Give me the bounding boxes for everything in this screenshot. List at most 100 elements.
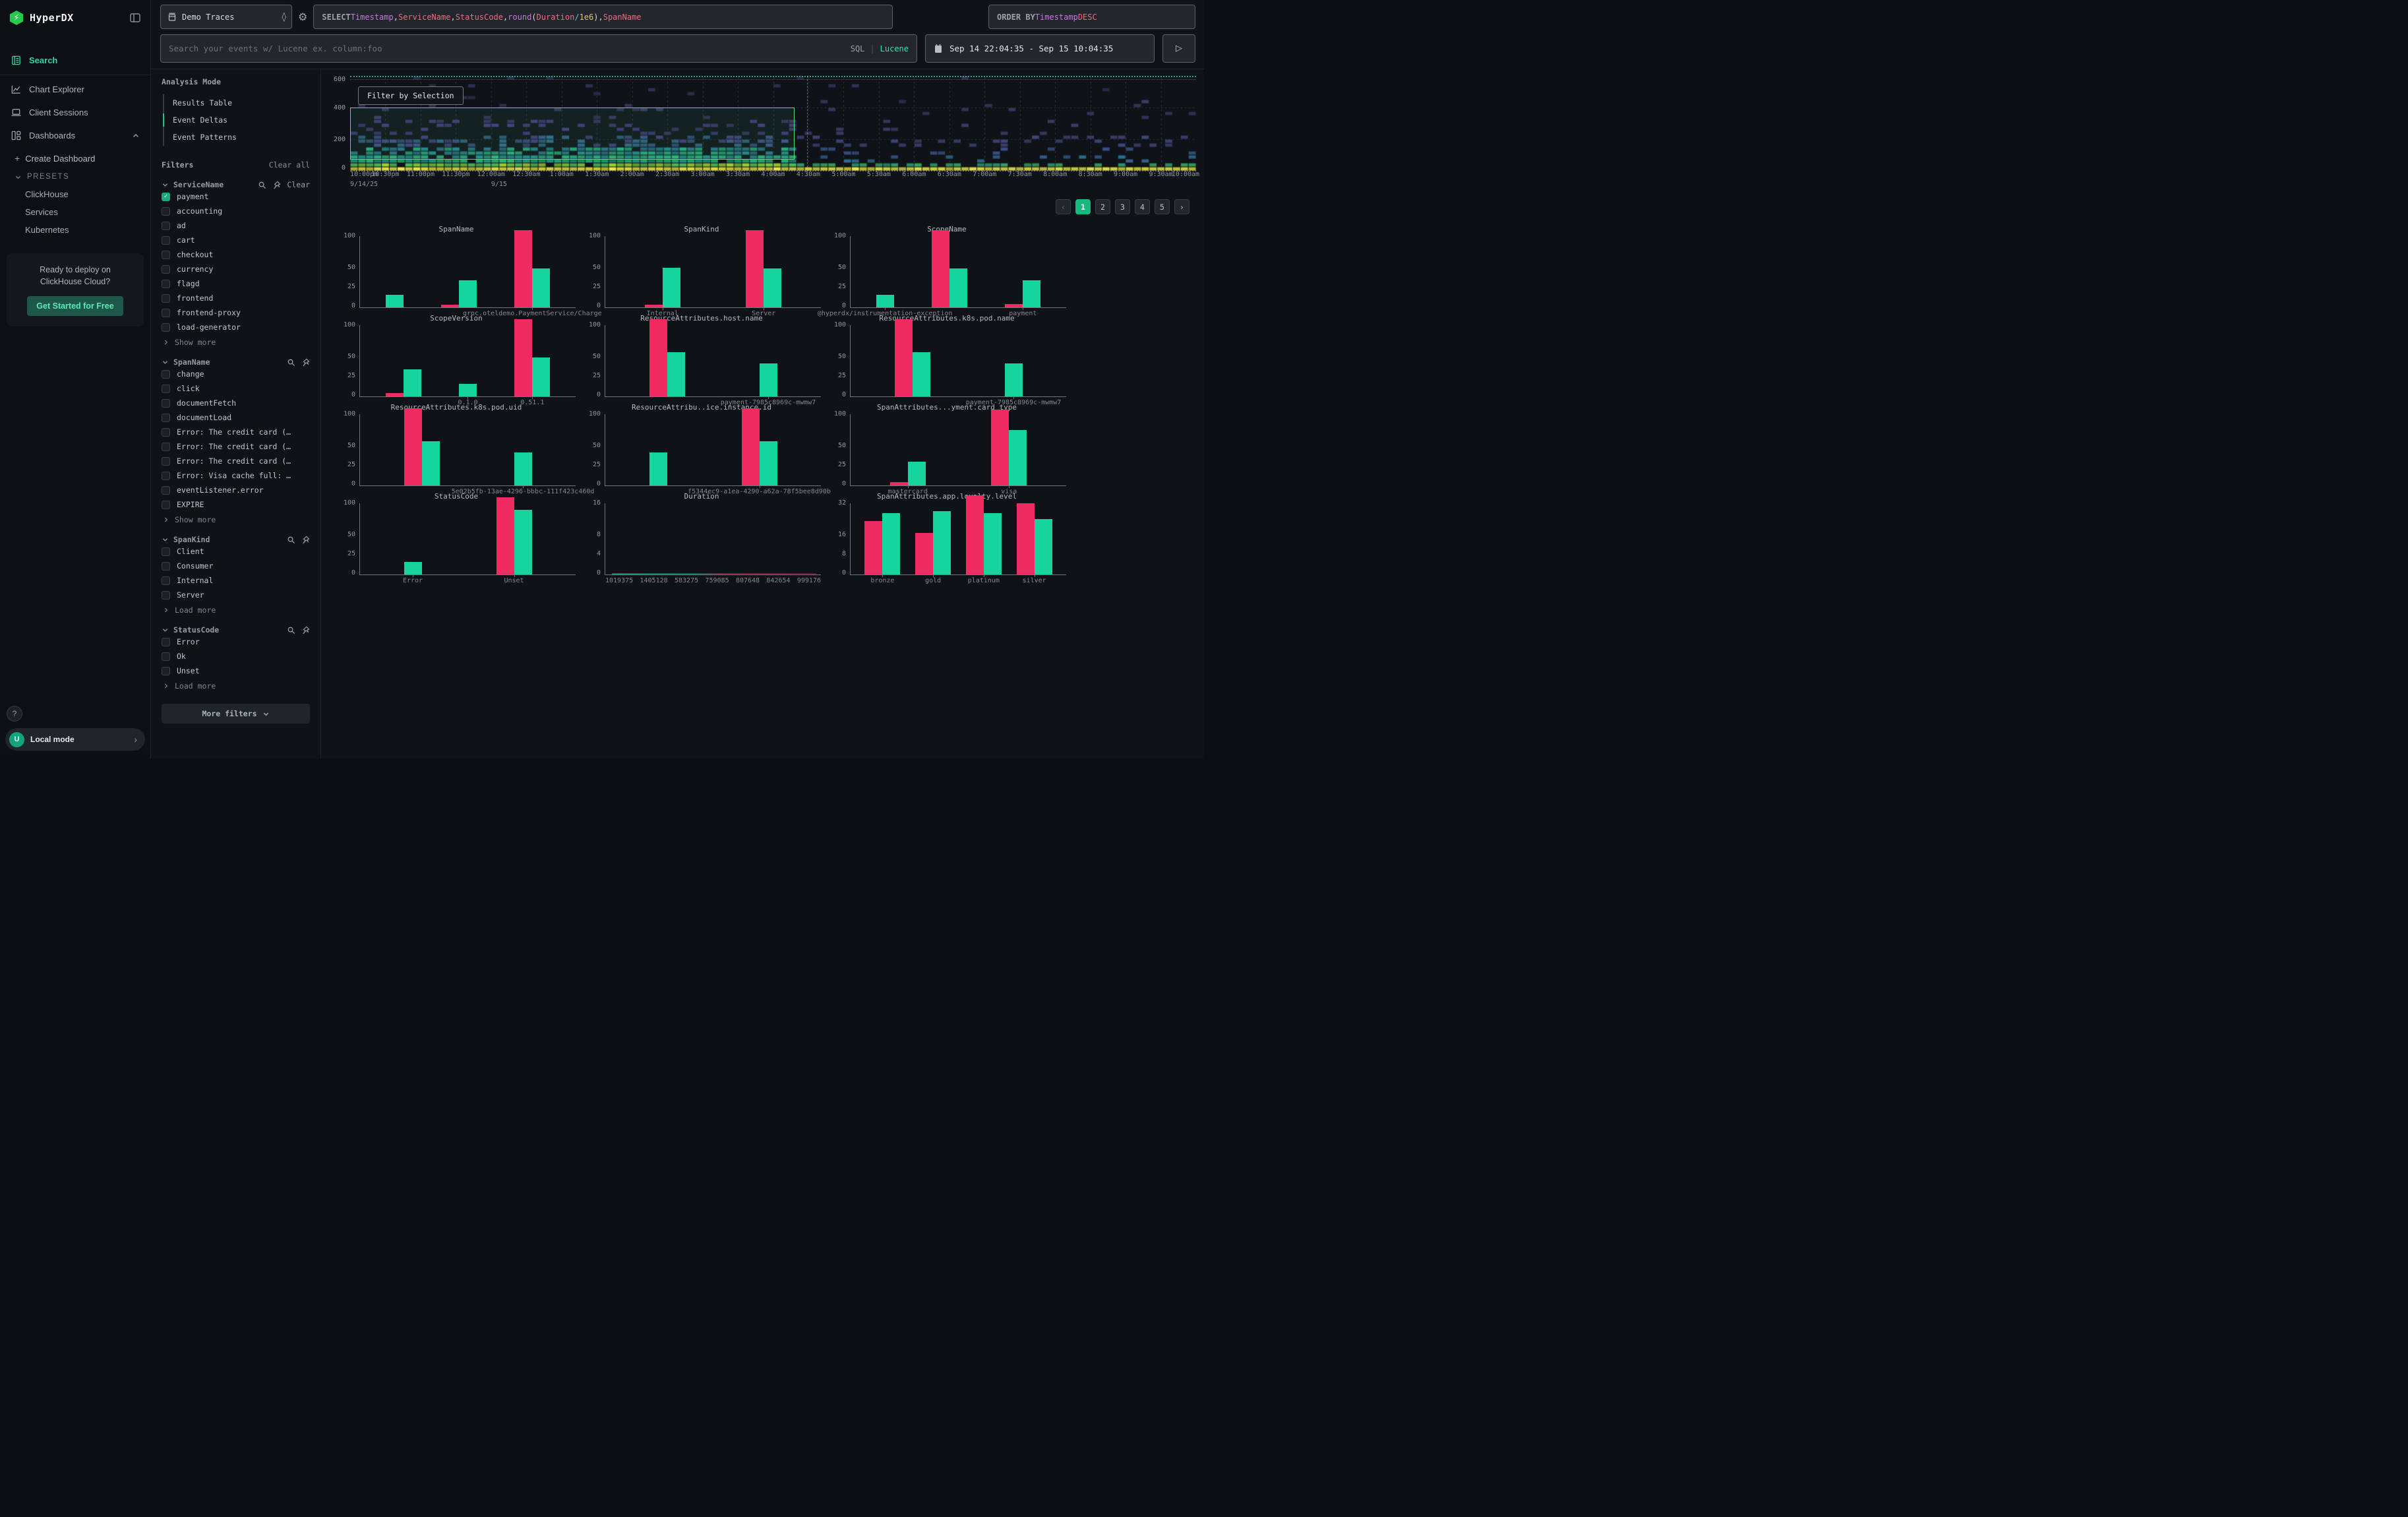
- search-icon[interactable]: [258, 181, 266, 189]
- checkbox[interactable]: [162, 501, 170, 509]
- sidebar-item-search[interactable]: Search: [0, 49, 150, 72]
- sidebar-item-chart-explorer[interactable]: Chart Explorer: [0, 78, 150, 101]
- checkbox[interactable]: [162, 667, 170, 675]
- search-icon[interactable]: [287, 626, 295, 635]
- run-query-button[interactable]: ▷: [1162, 34, 1195, 63]
- analysis-mode-event-patterns[interactable]: Event Patterns: [164, 129, 310, 146]
- checkbox[interactable]: [162, 652, 170, 661]
- filter-option-accounting[interactable]: accounting: [162, 204, 310, 218]
- analysis-mode-event-deltas[interactable]: Event Deltas: [164, 111, 310, 129]
- load-more-button[interactable]: Load more: [162, 678, 310, 691]
- checkbox[interactable]: [162, 576, 170, 585]
- filter-option-ok[interactable]: Ok: [162, 649, 310, 664]
- filter-option-error-the-credit-card[interactable]: Error: The credit card (…: [162, 454, 310, 468]
- checkbox[interactable]: [162, 443, 170, 451]
- checkbox[interactable]: [162, 251, 170, 259]
- checkbox[interactable]: [162, 280, 170, 288]
- checkbox[interactable]: [162, 399, 170, 408]
- pin-icon[interactable]: [272, 181, 281, 189]
- sidebar-item-kubernetes[interactable]: Kubernetes: [0, 221, 150, 239]
- source-select[interactable]: Demo Traces ⋀⋁: [160, 5, 292, 29]
- filter-option-error-the-credit-card[interactable]: Error: The credit card (…: [162, 425, 310, 439]
- show-more-button[interactable]: Show more: [162, 512, 310, 524]
- pagination-prev-button[interactable]: ‹: [1056, 199, 1071, 214]
- filter-option-currency[interactable]: currency: [162, 262, 310, 276]
- order-by-editor[interactable]: ORDER BY Timestamp DESC: [988, 5, 1195, 29]
- filter-group-header-spankind[interactable]: SpanKind: [162, 535, 310, 544]
- checkbox[interactable]: [162, 562, 170, 571]
- filter-group-header-statuscode[interactable]: StatusCode: [162, 625, 310, 635]
- filter-option-change[interactable]: change: [162, 367, 310, 381]
- checkbox[interactable]: [162, 486, 170, 495]
- filter-option-documentload[interactable]: documentLoad: [162, 410, 310, 425]
- pin-icon[interactable]: [301, 536, 310, 544]
- filter-option-frontend-proxy[interactable]: frontend-proxy: [162, 305, 310, 320]
- local-mode-pill[interactable]: U Local mode ›: [5, 728, 145, 751]
- checkbox[interactable]: [162, 222, 170, 230]
- filter-option-error-the-credit-card[interactable]: Error: The credit card (…: [162, 439, 310, 454]
- load-more-button[interactable]: Load more: [162, 602, 310, 615]
- filter-option-checkout[interactable]: checkout: [162, 247, 310, 262]
- filter-option-ad[interactable]: ad: [162, 218, 310, 233]
- create-dashboard-button[interactable]: + Create Dashboard: [0, 148, 150, 168]
- filter-option-documentfetch[interactable]: documentFetch: [162, 396, 310, 410]
- clear-group-button[interactable]: Clear: [287, 180, 310, 189]
- pagination-page-1[interactable]: 1: [1075, 199, 1091, 214]
- filter-option-click[interactable]: click: [162, 381, 310, 396]
- heatmap-selection-box[interactable]: [350, 108, 795, 160]
- settings-gear-icon[interactable]: ⚙: [298, 5, 307, 29]
- help-button[interactable]: ?: [7, 706, 22, 722]
- checkbox[interactable]: [162, 472, 170, 480]
- sidebar-item-dashboards[interactable]: Dashboards: [0, 124, 150, 147]
- filter-option-flagd[interactable]: flagd: [162, 276, 310, 291]
- get-started-button[interactable]: Get Started for Free: [27, 296, 123, 316]
- checkbox[interactable]: [162, 323, 170, 332]
- sql-toggle[interactable]: SQL: [851, 44, 865, 53]
- checkbox[interactable]: [162, 638, 170, 646]
- checkbox[interactable]: [162, 414, 170, 422]
- filter-option-consumer[interactable]: Consumer: [162, 559, 310, 573]
- checkbox[interactable]: [162, 265, 170, 274]
- checkbox[interactable]: [162, 457, 170, 466]
- filter-option-error-visa-cache-full[interactable]: Error: Visa cache full: …: [162, 468, 310, 483]
- filter-option-unset[interactable]: Unset: [162, 664, 310, 678]
- filter-option-error[interactable]: Error: [162, 635, 310, 649]
- filter-option-frontend[interactable]: frontend: [162, 291, 310, 305]
- checkbox-checked[interactable]: ✓: [162, 193, 170, 201]
- sidebar-item-clickhouse[interactable]: ClickHouse: [0, 185, 150, 203]
- sidebar-item-client-sessions[interactable]: Client Sessions: [0, 101, 150, 124]
- filter-option-load-generator[interactable]: load-generator: [162, 320, 310, 334]
- filter-option-cart[interactable]: cart: [162, 233, 310, 247]
- pagination-page-3[interactable]: 3: [1115, 199, 1130, 214]
- heatmap-plot[interactable]: Filter by Selection: [350, 76, 1196, 171]
- filter-option-expire[interactable]: EXPIRE: [162, 497, 310, 512]
- filter-option-eventlistener-error[interactable]: eventListener.error: [162, 483, 310, 497]
- checkbox[interactable]: [162, 591, 170, 600]
- sidebar-item-services[interactable]: Services: [0, 203, 150, 221]
- filter-group-header-spanname[interactable]: SpanName: [162, 357, 310, 367]
- checkbox[interactable]: [162, 547, 170, 556]
- pagination-next-button[interactable]: ›: [1174, 199, 1189, 214]
- analysis-mode-results-table[interactable]: Results Table: [164, 94, 310, 111]
- filter-option-internal[interactable]: Internal: [162, 573, 310, 588]
- filter-group-header-servicename[interactable]: ServiceNameClear: [162, 180, 310, 189]
- filter-option-client[interactable]: Client: [162, 544, 310, 559]
- checkbox[interactable]: [162, 370, 170, 379]
- checkbox[interactable]: [162, 207, 170, 216]
- filter-option-server[interactable]: Server: [162, 588, 310, 602]
- search-input[interactable]: [169, 44, 818, 53]
- date-range-picker[interactable]: Sep 14 22:04:35 - Sep 15 10:04:35: [925, 34, 1155, 63]
- search-icon[interactable]: [287, 536, 295, 544]
- sidebar-collapse-icon[interactable]: [129, 12, 141, 24]
- filter-by-selection-button[interactable]: Filter by Selection: [358, 86, 464, 105]
- search-icon[interactable]: [287, 358, 295, 367]
- pagination-page-4[interactable]: 4: [1135, 199, 1150, 214]
- checkbox[interactable]: [162, 428, 170, 437]
- lucene-toggle[interactable]: Lucene: [880, 44, 909, 53]
- pagination-page-2[interactable]: 2: [1095, 199, 1110, 214]
- checkbox[interactable]: [162, 236, 170, 245]
- show-more-button[interactable]: Show more: [162, 334, 310, 347]
- pin-icon[interactable]: [301, 626, 310, 635]
- sql-select-editor[interactable]: SELECT Timestamp, ServiceName, StatusCod…: [313, 5, 893, 29]
- more-filters-button[interactable]: More filters: [162, 704, 310, 724]
